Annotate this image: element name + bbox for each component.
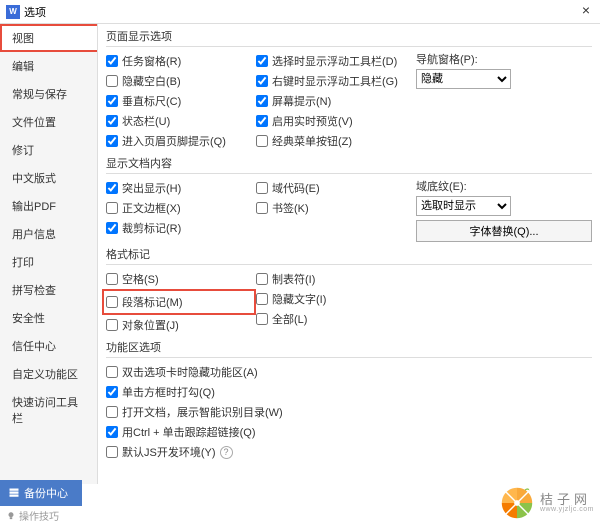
sidebar-item-print[interactable]: 打印	[0, 248, 97, 276]
window-title: 选项	[24, 4, 46, 20]
sidebar-item-trustcenter[interactable]: 信任中心	[0, 332, 97, 360]
sidebar-item-revision[interactable]: 修订	[0, 136, 97, 164]
logo-cn: 桔子网	[540, 493, 594, 506]
footer: 备份中心 操作技巧 桔子网 www.yjzljc.com	[0, 484, 600, 526]
orange-icon	[498, 484, 536, 522]
sidebar-item-outputpdf[interactable]: 输出PDF	[0, 192, 97, 220]
sidebar-item-userinfo[interactable]: 用户信息	[0, 220, 97, 248]
close-icon[interactable]: ×	[576, 2, 596, 18]
sidebar-item-security[interactable]: 安全性	[0, 304, 97, 332]
sidebar-item-edit[interactable]: 编辑	[0, 52, 97, 80]
domain-label: 域底纹(E):	[416, 178, 592, 194]
sidebar-item-chineselayout[interactable]: 中文版式	[0, 164, 97, 192]
chk-hidden[interactable]: 隐藏文字(I)	[256, 289, 416, 309]
chk-highlight[interactable]: 突出显示(H)	[106, 178, 256, 198]
sidebar-item-general[interactable]: 常规与保存	[0, 80, 97, 108]
main: 视图 编辑 常规与保存 文件位置 修订 中文版式 输出PDF 用户信息 打印 拼…	[0, 24, 600, 484]
chk-textborder[interactable]: 正文边框(X)	[106, 198, 256, 218]
sidebar-item-quickaccess[interactable]: 快速访问工具栏	[0, 388, 97, 432]
tips-link[interactable]: 操作技巧	[6, 508, 59, 523]
chk-paragraph[interactable]: 段落标记(M)	[106, 292, 252, 312]
logo: 桔子网 www.yjzljc.com	[498, 484, 594, 522]
chk-screentip[interactable]: 屏幕提示(N)	[256, 91, 416, 111]
nav-select[interactable]: 隐藏	[416, 69, 511, 89]
help-icon[interactable]: ?	[220, 446, 233, 459]
section-func-opts: 功能区选项	[106, 335, 592, 358]
chk-fieldcode[interactable]: 域代码(E)	[256, 178, 416, 198]
chk-click-check[interactable]: 单击方框时打勾(Q)	[106, 382, 592, 402]
chk-tab[interactable]: 制表符(I)	[256, 269, 416, 289]
chk-all[interactable]: 全部(L)	[256, 309, 416, 329]
nav-label: 导航窗格(P):	[416, 51, 592, 67]
section-format-marks: 格式标记	[106, 242, 592, 265]
sidebar-item-spellcheck[interactable]: 拼写检查	[0, 276, 97, 304]
chk-float-rclick[interactable]: 右键时显示浮动工具栏(G)	[256, 71, 416, 91]
sidebar: 视图 编辑 常规与保存 文件位置 修订 中文版式 输出PDF 用户信息 打印 拼…	[0, 24, 98, 484]
content: 页面显示选项 任务窗格(R) 隐藏空白(B) 垂直标尺(C) 状态栏(U) 进入…	[98, 24, 600, 484]
chk-hideblank[interactable]: 隐藏空白(B)	[106, 71, 256, 91]
chk-bookmark[interactable]: 书签(K)	[256, 198, 416, 218]
domain-select[interactable]: 选取时显示	[416, 196, 511, 216]
section-show-doc: 显示文档内容	[106, 151, 592, 174]
backup-button[interactable]: 备份中心	[0, 480, 82, 506]
chk-objpos[interactable]: 对象位置(J)	[106, 315, 256, 335]
highlight-paragraph-mark: 段落标记(M)	[102, 289, 256, 315]
chk-default-js[interactable]: 默认JS开发环境(Y)?	[106, 442, 592, 462]
app-icon: W	[6, 5, 20, 19]
chk-classicmenu[interactable]: 经典菜单按钮(Z)	[256, 131, 416, 151]
chk-headerfooter-hint[interactable]: 进入页眉页脚提示(Q)	[106, 131, 256, 151]
chk-ctrl-link[interactable]: 用Ctrl + 单击跟踪超链接(Q)	[106, 422, 592, 442]
section-page-display: 页面显示选项	[106, 24, 592, 47]
chk-statusbar[interactable]: 状态栏(U)	[106, 111, 256, 131]
sidebar-item-view[interactable]: 视图	[0, 24, 97, 52]
titlebar: W 选项 ×	[0, 0, 600, 24]
sidebar-item-customribbon[interactable]: 自定义功能区	[0, 360, 97, 388]
chk-livepreview[interactable]: 启用实时预览(V)	[256, 111, 416, 131]
chk-smart-toc[interactable]: 打开文档，展示智能识别目录(W)	[106, 402, 592, 422]
chk-dblclick-hide[interactable]: 双击选项卡时隐藏功能区(A)	[106, 362, 592, 382]
chk-taskpane[interactable]: 任务窗格(R)	[106, 51, 256, 71]
chk-float-select[interactable]: 选择时显示浮动工具栏(D)	[256, 51, 416, 71]
font-replace-button[interactable]: 字体替换(Q)...	[416, 220, 592, 242]
chk-space[interactable]: 空格(S)	[106, 269, 256, 289]
chk-cropmarks[interactable]: 裁剪标记(R)	[106, 218, 256, 238]
sidebar-item-filelocation[interactable]: 文件位置	[0, 108, 97, 136]
backup-icon	[8, 487, 20, 499]
chk-vruler[interactable]: 垂直标尺(C)	[106, 91, 256, 111]
bulb-icon	[6, 511, 16, 521]
logo-en: www.yjzljc.com	[540, 506, 594, 513]
